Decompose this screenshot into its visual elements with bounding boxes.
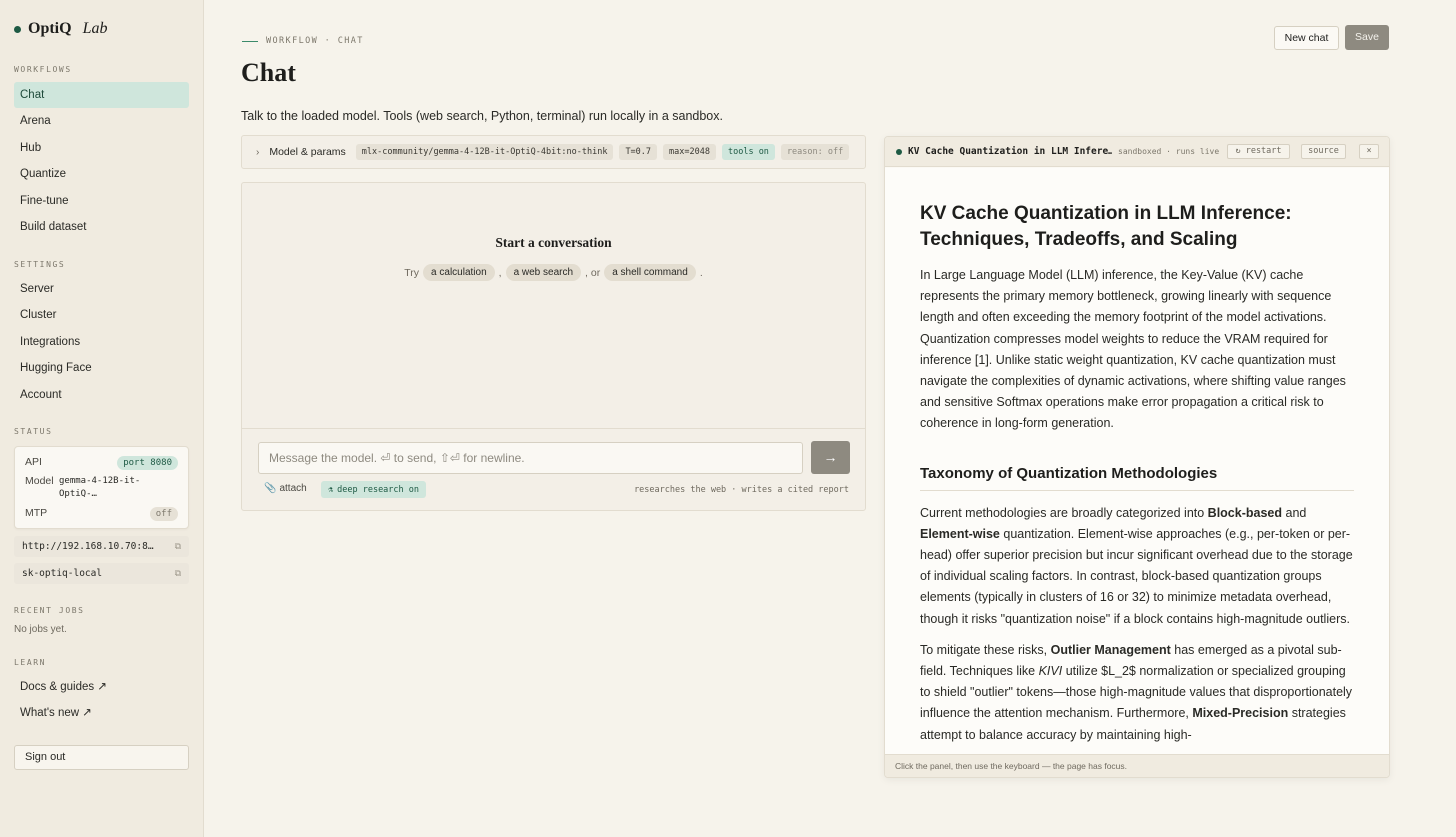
settings-label: SETTINGS [14, 260, 66, 269]
chat-area: Start a conversation Try a calculation ,… [241, 182, 866, 511]
workflows-label: WORKFLOWS [14, 65, 72, 74]
try-label: Try [404, 266, 420, 279]
page-title: Chat [241, 58, 296, 87]
breadcrumb-line [242, 40, 258, 42]
brand-name: OptiQ [28, 20, 72, 37]
status-card: API port 8080 Model gemma-4-12B-it-OptiQ… [14, 446, 189, 529]
settings-nav: Server Cluster Integrations Hugging Face… [14, 276, 189, 408]
attach-label: attach [279, 483, 307, 494]
breadcrumb: WORKFLOW · CHAT [242, 36, 364, 46]
brand-sub: Lab [82, 20, 108, 37]
whats-new-link[interactable]: What's new ↗ [14, 700, 189, 726]
recent-jobs-label: RECENT JOBS [14, 606, 85, 615]
api-token-row[interactable]: sk-optiq-local ⧉ [14, 563, 189, 584]
sign-out-button[interactable]: Sign out [14, 745, 189, 770]
copy-icon[interactable]: ⧉ [175, 568, 181, 579]
sidebar-item-quantize[interactable]: Quantize [14, 161, 189, 187]
sidebar-item-account[interactable]: Account [14, 382, 189, 408]
sidebar: OptiQ Lab WORKFLOWS Chat Arena Hub Quant… [0, 0, 204, 837]
suggestion-period: . [699, 266, 703, 279]
sidebar-item-fine-tune[interactable]: Fine-tune [14, 188, 189, 214]
restart-button[interactable]: ↻ restart [1227, 144, 1290, 159]
suggestion-separator: , [498, 266, 502, 279]
deep-research-label: deep research on [337, 484, 420, 495]
model-params-label: Model & params [269, 146, 346, 158]
suggestion-web-search[interactable]: a web search [505, 264, 582, 281]
status-mtp-row: MTP off [25, 507, 178, 521]
server-url: http://192.168.10.70:8… [22, 541, 154, 552]
status-model-row: Model gemma-4-12B-it-OptiQ-… [25, 475, 178, 501]
model-value: gemma-4-12B-it-OptiQ-… [59, 476, 141, 499]
sidebar-item-hub[interactable]: Hub [14, 135, 189, 161]
suggestion-calculation[interactable]: a calculation [423, 264, 495, 281]
paperclip-icon: 📎 [264, 483, 277, 494]
article-section-heading: Taxonomy of Quantization Methodologies [920, 465, 1354, 491]
suggestion-separator: , or [585, 266, 601, 279]
flask-icon: ⚗ [328, 484, 334, 495]
copy-icon[interactable]: ⧉ [175, 541, 181, 552]
learn-label: LEARN [14, 658, 47, 667]
sidebar-item-arena[interactable]: Arena [14, 108, 189, 134]
composer: → 📎 attach ⚗ deep research on researches… [242, 428, 865, 512]
sidebar-item-server[interactable]: Server [14, 276, 189, 302]
panel-footer-hint: Click the panel, then use the keyboard —… [885, 754, 1389, 777]
brand-dot-icon [14, 25, 21, 33]
model-key: Model [25, 475, 54, 487]
empty-state-title: Start a conversation [495, 235, 612, 250]
panel-content[interactable]: KV Cache Quantization in LLM Inference: … [885, 168, 1389, 756]
close-icon[interactable]: × [1359, 144, 1379, 159]
mtp-badge: off [149, 507, 178, 521]
new-chat-button[interactable]: New chat [1274, 26, 1339, 50]
no-jobs-text: No jobs yet. [14, 624, 67, 635]
attach-button[interactable]: 📎 attach [264, 483, 307, 494]
deep-research-note: researches the web · writes a cited repo… [634, 485, 849, 495]
api-token: sk-optiq-local [22, 568, 103, 579]
article-paragraph: Current methodologies are broadly catego… [920, 505, 1353, 626]
reason-pill: reason: off [780, 144, 850, 160]
breadcrumb-text: WORKFLOW · CHAT [266, 36, 364, 46]
model-params-bar[interactable]: › Model & params mlx-community/gemma-4-1… [241, 135, 866, 169]
status-label: STATUS [14, 427, 53, 436]
panel-status-note: sandboxed · runs live [1118, 147, 1220, 156]
tools-pill: tools on [721, 144, 775, 160]
article-paragraph: To mitigate these risks, Outlier Managem… [920, 642, 1353, 742]
status-api-row: API port 8080 [25, 456, 178, 470]
brand-logo[interactable]: OptiQ Lab [14, 20, 107, 38]
learn-nav: Docs & guides ↗ What's new ↗ [14, 674, 189, 727]
sidebar-item-chat[interactable]: Chat [14, 82, 189, 108]
docs-link[interactable]: Docs & guides ↗ [14, 674, 189, 700]
live-dot-icon [896, 148, 902, 155]
artifact-panel[interactable]: KV Cache Quantization in LLM Infere… san… [884, 136, 1390, 778]
panel-header: KV Cache Quantization in LLM Infere… san… [885, 137, 1389, 167]
source-button[interactable]: source [1301, 144, 1346, 159]
chevron-right-icon[interactable]: › [256, 147, 259, 158]
sidebar-item-hugging-face[interactable]: Hugging Face [14, 355, 189, 381]
api-key: API [25, 456, 42, 468]
server-url-row[interactable]: http://192.168.10.70:8… ⧉ [14, 536, 189, 557]
mtp-key: MTP [25, 507, 48, 519]
send-button[interactable]: → [811, 441, 850, 474]
model-name-pill: mlx-community/gemma-4-12B-it-OptiQ-4bit:… [355, 144, 614, 160]
sidebar-item-integrations[interactable]: Integrations [14, 329, 189, 355]
page-description: Talk to the loaded model. Tools (web sea… [241, 109, 723, 123]
temperature-pill: T=0.7 [619, 144, 658, 160]
deep-research-toggle[interactable]: ⚗ deep research on [321, 481, 427, 498]
api-port-badge: port 8080 [117, 456, 178, 470]
panel-title: KV Cache Quantization in LLM Infere… [908, 146, 1112, 157]
workflows-nav: Chat Arena Hub Quantize Fine-tune Build … [14, 82, 189, 240]
max-tokens-pill: max=2048 [663, 144, 716, 160]
suggestion-shell-command[interactable]: a shell command [604, 264, 696, 281]
save-button[interactable]: Save [1345, 25, 1389, 50]
sidebar-item-cluster[interactable]: Cluster [14, 302, 189, 328]
sidebar-item-build-dataset[interactable]: Build dataset [14, 214, 189, 240]
message-input[interactable] [258, 442, 803, 474]
suggestions-row: Try a calculation , a web search , or a … [242, 264, 865, 281]
article-title: KV Cache Quantization in LLM Inference: … [920, 203, 1292, 250]
article-paragraph: In Large Language Model (LLM) inference,… [920, 268, 1346, 431]
